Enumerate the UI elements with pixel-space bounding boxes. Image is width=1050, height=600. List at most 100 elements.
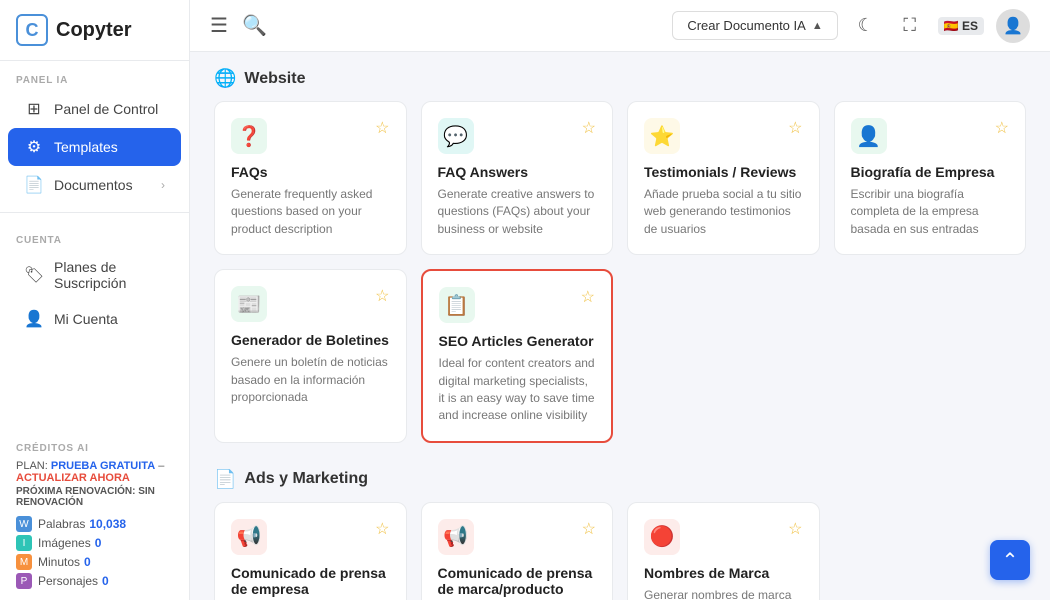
website-cards-row2: 📰 ☆ Generador de Boletines Genere un bol… (214, 269, 1026, 443)
tag-icon: 🏷 (24, 265, 44, 285)
star-button-boletines[interactable]: ☆ (375, 286, 389, 306)
question-icon: ❓ (237, 124, 262, 149)
star-icon: ⭐ (650, 124, 675, 149)
plan-dash: – (158, 460, 164, 472)
sidebar-item-micuenta[interactable]: 👤 Mi Cuenta (8, 300, 181, 338)
card-title-faq-answers: FAQ Answers (438, 164, 597, 180)
card-desc-seo: Ideal for content creators and digital m… (439, 355, 596, 425)
search-icon[interactable]: 🔍 (242, 13, 267, 38)
star-button-seo[interactable]: ☆ (581, 287, 595, 307)
star-button-nombres-marca[interactable]: ☆ (788, 519, 802, 539)
card-top: 📢 ☆ (438, 519, 597, 555)
card-desc-faq-answers: Generate creative answers to questions (… (438, 186, 597, 238)
language-selector[interactable]: 🇪🇸 ES (938, 17, 984, 35)
star-button-comunicado-marca[interactable]: ☆ (582, 519, 596, 539)
credits-section: CRÉDITOS AI PLAN: PRUEBA GRATUITA – ACTU… (0, 431, 189, 600)
sidebar-item-documentos[interactable]: 📄 Documentos › (8, 166, 181, 204)
card-seo-articles[interactable]: 📋 ☆ SEO Articles Generator Ideal for con… (421, 269, 614, 443)
card-title-seo: SEO Articles Generator (439, 333, 596, 349)
card-comunicado-empresa[interactable]: 📢 ☆ Comunicado de prensa de empresa Reda… (214, 502, 407, 600)
person-icon: 👤 (856, 124, 881, 149)
sidebar-item-templates[interactable]: ⚙ Templates (8, 128, 181, 166)
card-comunicado-marca[interactable]: 📢 ☆ Comunicado de prensa de marca/produc… (421, 502, 614, 600)
cuenta-label: CUENTA (0, 221, 189, 250)
card-icon-seo: 📋 (439, 287, 475, 323)
ads-cards-row1: 📢 ☆ Comunicado de prensa de empresa Reda… (214, 502, 1026, 600)
topbar-right: Crear Documento IA ▲ ☾ ⛶ 🇪🇸 ES 👤 (672, 9, 1030, 43)
star-button-testimonials[interactable]: ☆ (788, 118, 802, 138)
sidebar-item-label: Mi Cuenta (54, 311, 118, 327)
card-icon-boletines: 📰 (231, 286, 267, 322)
card-desc-nombres-marca: Generar nombres de marca únicos con la a… (644, 587, 803, 600)
card-icon-comunicado-empresa: 📢 (231, 519, 267, 555)
panel-label: PANEL IA (0, 61, 189, 90)
circle-icon: 🔴 (650, 524, 675, 549)
website-label: Website (244, 70, 305, 88)
card-icon-faq-answers: 💬 (438, 118, 474, 154)
scroll-to-top-button[interactable]: ⌃ (990, 540, 1030, 580)
personajes-icon: P (16, 573, 32, 589)
card-desc-faqs: Generate frequently asked questions base… (231, 186, 390, 238)
plan-label: PLAN: (16, 460, 48, 472)
expand-button[interactable]: ⛶ (894, 10, 926, 42)
card-boletines[interactable]: 📰 ☆ Generador de Boletines Genere un bol… (214, 269, 407, 443)
sidebar-item-planes[interactable]: 🏷 Planes de Suscripción (8, 250, 181, 300)
card-testimonials[interactable]: ⭐ ☆ Testimonials / Reviews Añade prueba … (627, 101, 820, 255)
crear-documento-button[interactable]: Crear Documento IA ▲ (672, 11, 837, 40)
card-top: 👤 ☆ (851, 118, 1010, 154)
card-top: 📰 ☆ (231, 286, 390, 322)
star-button-biografia[interactable]: ☆ (995, 118, 1009, 138)
clipboard-icon: 📋 (444, 293, 469, 318)
card-faqs[interactable]: ❓ ☆ FAQs Generate frequently asked quest… (214, 101, 407, 255)
sidebar-divider (0, 212, 189, 213)
imagenes-icon: I (16, 535, 32, 551)
topbar-left: ☰ 🔍 (210, 13, 267, 38)
card-title-faqs: FAQs (231, 164, 390, 180)
card-title-testimonials: Testimonials / Reviews (644, 164, 803, 180)
credit-personajes: P Personajes 0 (16, 573, 173, 589)
sidebar-item-label: Planes de Suscripción (54, 259, 165, 291)
sidebar-item-panel-control[interactable]: ⊞ Panel de Control (8, 90, 181, 128)
document-icon: 📄 (24, 175, 44, 195)
card-icon-nombres-marca: 🔴 (644, 519, 680, 555)
renov-text: PRÓXIMA RENOVACIÓN: SIN RENOVACIÓN (16, 486, 173, 508)
website-icon: 🌐 (214, 68, 236, 89)
plan-info: PLAN: PRUEBA GRATUITA – ACTUALIZAR AHORA (16, 460, 173, 484)
sidebar-item-label: Documentos (54, 177, 133, 193)
star-button-faq-answers[interactable]: ☆ (582, 118, 596, 138)
star-button-faqs[interactable]: ☆ (375, 118, 389, 138)
avatar[interactable]: 👤 (996, 9, 1030, 43)
credit-imagenes: I Imágenes 0 (16, 535, 173, 551)
card-nombres-marca[interactable]: 🔴 ☆ Nombres de Marca Generar nombres de … (627, 502, 820, 600)
sidebar-logo: C Copyter (0, 0, 189, 61)
card-biografia[interactable]: 👤 ☆ Biografía de Empresa Escribir una bi… (834, 101, 1027, 255)
main-content: ☰ 🔍 Crear Documento IA ▲ ☾ ⛶ 🇪🇸 ES 👤 🌐 (190, 0, 1050, 600)
card-title-biografia: Biografía de Empresa (851, 164, 1010, 180)
news-icon: 📰 (237, 292, 262, 317)
card-desc-testimonials: Añade prueba social a tu sitio web gener… (644, 186, 803, 238)
credit-value: 0 (102, 574, 109, 588)
expand-icon: ⛶ (903, 15, 916, 36)
card-title-boletines: Generador de Boletines (231, 332, 390, 348)
card-desc-boletines: Genere un boletín de noticias basado en … (231, 354, 390, 406)
moon-icon: ☾ (858, 15, 874, 36)
gear-icon: ⚙ (24, 137, 44, 157)
star-button-comunicado-empresa[interactable]: ☆ (375, 519, 389, 539)
card-top: 🔴 ☆ (644, 519, 803, 555)
ads-icon: 📄 (214, 469, 236, 490)
palabras-icon: W (16, 516, 32, 532)
card-title-nombres-marca: Nombres de Marca (644, 565, 803, 581)
arrow-up-icon: ⌃ (1002, 548, 1019, 573)
card-title-comunicado-empresa: Comunicado de prensa de empresa (231, 565, 390, 597)
card-faq-answers[interactable]: 💬 ☆ FAQ Answers Generate creative answer… (421, 101, 614, 255)
card-desc-biografia: Escribir una biografía completa de la em… (851, 186, 1010, 238)
plan-upgrade-link[interactable]: ACTUALIZAR AHORA (16, 472, 130, 484)
card-icon-testimonials: ⭐ (644, 118, 680, 154)
menu-icon[interactable]: ☰ (210, 13, 228, 38)
grid-icon: ⊞ (24, 99, 44, 119)
credit-palabras: W Palabras 10,038 (16, 516, 173, 532)
card-icon-comunicado-marca: 📢 (438, 519, 474, 555)
credits-label: CRÉDITOS AI (16, 443, 173, 454)
credit-value: 10,038 (89, 517, 126, 531)
dark-mode-button[interactable]: ☾ (850, 10, 882, 42)
